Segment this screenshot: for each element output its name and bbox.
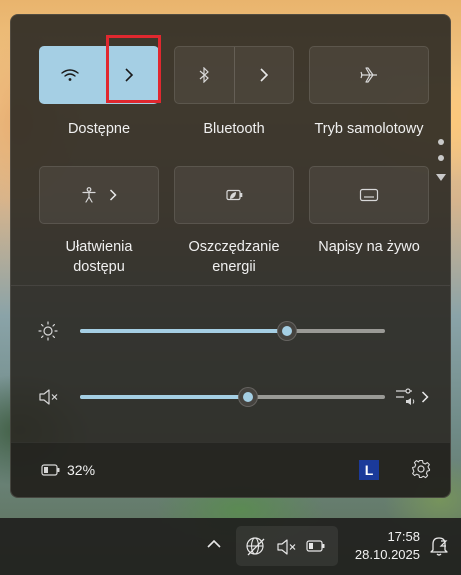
- energy-saver-label: Oszczędzanie energii: [169, 237, 299, 277]
- accessibility-icon: [81, 187, 97, 203]
- wifi-label: Dostępne: [67, 121, 131, 137]
- live-captions-tile[interactable]: [309, 166, 429, 224]
- page-dot-1[interactable]: [438, 139, 444, 145]
- taskbar: 17:58 28.10.2025: [0, 518, 461, 575]
- clock-button[interactable]: 17:58 28.10.2025: [340, 528, 420, 564]
- accessibility-label: Ułatwienia dostępu: [34, 237, 164, 277]
- brightness-slider-fill: [80, 329, 288, 333]
- accessibility-button[interactable]: [40, 167, 158, 223]
- airplane-mode-button[interactable]: [310, 47, 428, 103]
- wifi-toggle-button[interactable]: [40, 47, 99, 103]
- volume-muted-icon: [276, 538, 298, 556]
- energy-saver-label-line2: energii: [212, 259, 256, 275]
- volume-muted-icon[interactable]: [38, 388, 60, 406]
- brightness-slider[interactable]: [80, 321, 385, 341]
- bluetooth-icon: [198, 67, 210, 83]
- gear-icon[interactable]: [411, 459, 431, 479]
- notification-icon[interactable]: [429, 535, 449, 557]
- volume-slider-fill: [80, 395, 248, 399]
- airplane-mode-tile[interactable]: [309, 46, 429, 104]
- battery-info-button[interactable]: 32%: [41, 462, 95, 478]
- live-captions-label: Napisy na żywo: [318, 239, 420, 255]
- chevron-right-icon: [421, 391, 429, 403]
- accessibility-tile[interactable]: [39, 166, 159, 224]
- volume-slider-thumb[interactable]: [237, 387, 258, 407]
- audio-mixer-icon: [395, 387, 417, 407]
- section-divider: [11, 285, 450, 286]
- user-badge[interactable]: L: [359, 460, 379, 480]
- volume-slider[interactable]: [80, 387, 385, 407]
- bluetooth-toggle-button[interactable]: [175, 47, 234, 103]
- live-captions-button[interactable]: [310, 167, 428, 223]
- clock-time: 17:58: [387, 529, 420, 544]
- chevron-right-icon: [259, 68, 269, 82]
- battery-percent: 32%: [67, 462, 96, 478]
- energy-saver-label-line1: Oszczędzanie: [188, 239, 280, 255]
- clock-date: 28.10.2025: [354, 547, 420, 562]
- energy-saver-button[interactable]: [175, 167, 293, 223]
- quick-settings-footer: 32% L: [11, 442, 450, 497]
- audio-output-button[interactable]: [395, 387, 429, 407]
- brightness-slider-thumb[interactable]: [277, 321, 298, 341]
- accessibility-label-line1: Ułatwienia: [65, 239, 133, 255]
- page-dot-2[interactable]: [438, 155, 444, 161]
- energy-saver-icon: [224, 188, 244, 202]
- battery-icon: [41, 464, 61, 476]
- bluetooth-label: Bluetooth: [203, 121, 265, 137]
- energy-saver-tile[interactable]: [174, 166, 294, 224]
- battery-icon: [306, 540, 326, 552]
- network-icon: [245, 536, 267, 558]
- bluetooth-tile: [174, 46, 294, 104]
- quick-settings-panel: Dostępne Bluetooth Tryb samolotowy Ułatw…: [10, 14, 451, 498]
- airplane-label: Tryb samolotowy: [314, 121, 424, 137]
- bluetooth-expand-button[interactable]: [235, 47, 294, 103]
- chevron-up-icon[interactable]: [207, 539, 221, 549]
- chevron-right-icon: [109, 189, 117, 201]
- captions-icon: [359, 188, 379, 202]
- airplane-icon: [360, 67, 378, 83]
- highlight-box: [106, 35, 161, 103]
- brightness-icon: [38, 321, 58, 341]
- wifi-icon: [60, 68, 79, 82]
- page-down-icon[interactable]: [436, 174, 446, 182]
- system-tray-button[interactable]: [236, 526, 338, 566]
- accessibility-label-line2: dostępu: [73, 259, 125, 275]
